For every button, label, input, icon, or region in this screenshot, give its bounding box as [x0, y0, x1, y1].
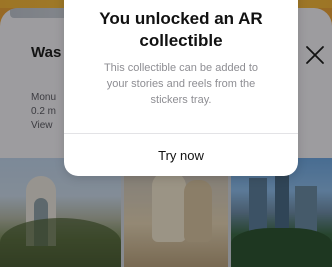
screen: Was Monu 0.2 m View You unlocked an AR c…	[0, 0, 332, 267]
try-now-button[interactable]: Try now	[64, 134, 298, 176]
dialog-message: This collectible can be added to your st…	[82, 60, 280, 108]
dialog-title-line2: collectible	[139, 31, 223, 50]
dialog-title: You unlocked an AR collectible	[64, 8, 298, 52]
ar-collectible-dialog: You unlocked an AR collectible This coll…	[64, 0, 298, 176]
dialog-message-line2: your stories and reels from the	[106, 78, 256, 90]
dialog-message-line1: This collectible can be added to	[103, 62, 259, 74]
dialog-title-line1: You unlocked an AR	[99, 9, 263, 28]
dialog-message-line3: stickers tray.	[150, 94, 212, 106]
